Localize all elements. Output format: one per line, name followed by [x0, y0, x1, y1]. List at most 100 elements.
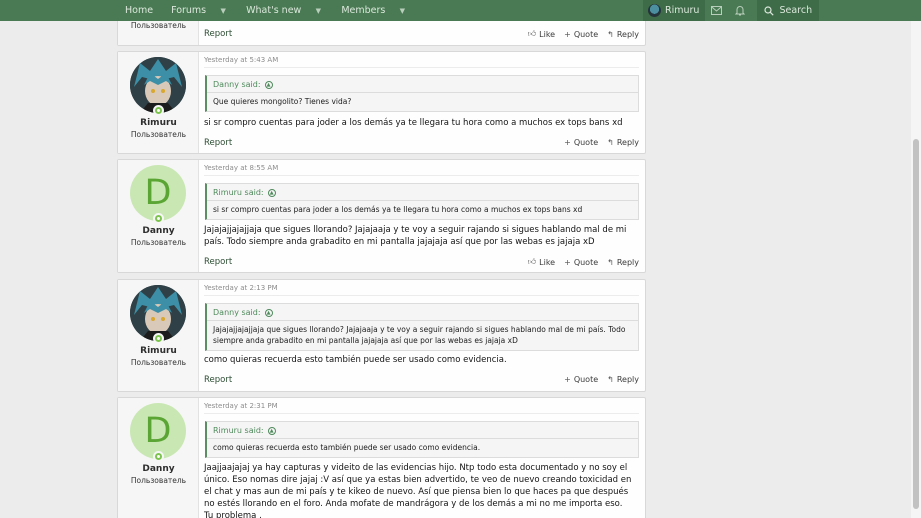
post-footer: Report 👍︎ Like + Quote ↰ Reply: [204, 257, 639, 269]
post-user-block: Rimuru Пользователь: [118, 280, 199, 391]
reply-button[interactable]: ↰ Reply: [607, 138, 639, 147]
online-status-icon: [153, 451, 164, 462]
members-dropdown-icon[interactable]: ▼: [394, 0, 410, 21]
scrollbar-thumb[interactable]: [913, 139, 919, 509]
post-date[interactable]: Yesterday at 5:43 AM: [204, 56, 278, 64]
nav-home-tab[interactable]: Home: [116, 0, 162, 21]
quote-text: Jajajajjajajjaja que sigues llorando? Ja…: [213, 325, 626, 345]
quote-block: Rimuru said: ▲ si sr compro cuentas para …: [205, 183, 639, 220]
quote-button[interactable]: + Quote: [564, 375, 598, 384]
quote-header[interactable]: Rimuru said: ▲: [213, 426, 276, 435]
thumbs-up-icon: 👍︎: [527, 257, 537, 266]
account-avatar: [648, 4, 661, 17]
user-title: Пользователь: [130, 358, 187, 367]
report-link[interactable]: Report: [204, 257, 232, 267]
plus-icon: +: [564, 375, 571, 384]
post-date[interactable]: Yesterday at 2:31 PM: [204, 402, 278, 410]
post-footer: Report + Quote ↰ Reply: [204, 375, 639, 387]
top-navigation-bar: Home Forums ▼ What's new ▼ Members ▼ Rim…: [0, 0, 921, 21]
plus-icon: +: [564, 138, 571, 147]
post: Rimuru Пользователь Yesterday at 2:13 PM…: [117, 279, 646, 392]
reply-button[interactable]: ↰ Reply: [607, 29, 639, 39]
user-title: Пользователь: [130, 130, 187, 139]
search-button[interactable]: Search: [757, 0, 820, 21]
post-footer: Report 👍︎ Like + Quote ↰ Reply: [204, 29, 639, 41]
quote-button[interactable]: + Quote: [564, 257, 598, 267]
post: Rimuru Пользователь Yesterday at 5:43 AM…: [117, 51, 646, 154]
post: D Danny Пользователь Yesterday at 8:55 A…: [117, 159, 646, 273]
online-status-icon: [153, 213, 164, 224]
username[interactable]: Rimuru: [118, 118, 199, 128]
post-user-block: D Danny Пользователь: [118, 398, 199, 518]
divider: [204, 67, 639, 68]
nav-members-tab[interactable]: Members: [332, 0, 394, 21]
user-title: Пользователь: [130, 476, 187, 485]
reply-icon: ↰: [607, 138, 614, 147]
divider: [207, 320, 638, 321]
quote-header[interactable]: Rimuru said: ▲: [213, 188, 276, 197]
divider: [204, 413, 639, 414]
online-status-icon: [153, 105, 164, 116]
post-message: si sr compro cuentas para joder a los de…: [204, 118, 623, 128]
divider: [207, 438, 638, 439]
quote-text: Que quieres mongolito? Tienes vida?: [213, 97, 352, 106]
quote-button[interactable]: + Quote: [564, 29, 598, 39]
quote-block: Danny said: ▲ Jajajajjajajjaja que sigues…: [205, 303, 639, 351]
nav-whats-new-tab[interactable]: What's new: [237, 0, 310, 21]
reply-button[interactable]: ↰ Reply: [607, 257, 639, 267]
nav-forums-tab[interactable]: Forums: [162, 0, 215, 21]
post-footer: Report + Quote ↰ Reply: [204, 138, 639, 150]
post-message: Jaajjaajajaj ya hay capturas y videito d…: [204, 463, 632, 518]
plus-icon: +: [564, 257, 571, 267]
jump-up-icon: ▲: [267, 426, 276, 435]
quote-header[interactable]: Danny said: ▲: [213, 308, 273, 317]
quote-button[interactable]: + Quote: [564, 138, 598, 147]
whats-new-dropdown-icon[interactable]: ▼: [310, 0, 326, 21]
divider: [204, 175, 639, 176]
page-scrollbar[interactable]: [911, 21, 921, 518]
quote-text: como quieras recuerda esto también puede…: [213, 443, 481, 452]
post-message: como quieras recuerda esto también puede…: [204, 355, 507, 365]
post-date[interactable]: Yesterday at 8:55 AM: [204, 164, 278, 172]
nav-main-links: Home Forums ▼ What's new ▼ Members ▼: [116, 0, 416, 21]
divider: [207, 200, 638, 201]
username[interactable]: Danny: [118, 226, 199, 236]
reply-icon: ↰: [607, 375, 614, 384]
quote-block: Rimuru said: ▲ como quieras recuerda esto…: [205, 421, 639, 458]
user-title: Пользователь: [130, 21, 187, 30]
post-user-block: D Danny Пользователь: [118, 160, 199, 272]
search-label: Search: [779, 5, 813, 16]
quote-header[interactable]: Danny said: ▲: [213, 80, 273, 89]
post-user-block: Rimuru Пользователь: [118, 52, 199, 153]
user-title: Пользователь: [130, 238, 187, 247]
plus-icon: +: [564, 29, 571, 39]
online-status-icon: [153, 333, 164, 344]
reply-icon: ↰: [607, 29, 614, 39]
username[interactable]: Rimuru: [118, 346, 199, 356]
post-message: Jajajajjajajjaja que sigues llorando? Ja…: [204, 225, 627, 247]
like-button[interactable]: 👍︎ Like: [528, 257, 555, 267]
username[interactable]: Danny: [118, 464, 199, 474]
report-link[interactable]: Report: [204, 138, 232, 148]
account-username: Rimuru: [665, 5, 700, 16]
account-menu-button[interactable]: Rimuru: [643, 0, 706, 21]
nav-account-area: Rimuru Search: [643, 0, 820, 21]
jump-up-icon: ▲: [264, 308, 273, 317]
jump-up-icon: ▲: [267, 188, 276, 197]
divider: [207, 92, 638, 93]
reply-button[interactable]: ↰ Reply: [607, 375, 639, 384]
post-date[interactable]: Yesterday at 2:13 PM: [204, 284, 278, 292]
search-icon: [764, 5, 775, 16]
report-link[interactable]: Report: [204, 375, 232, 385]
divider: [204, 295, 639, 296]
like-button[interactable]: 👍︎ Like: [528, 29, 555, 39]
reply-icon: ↰: [607, 257, 614, 267]
inbox-icon[interactable]: [705, 0, 728, 21]
forums-dropdown-icon[interactable]: ▼: [215, 0, 231, 21]
post: D Danny Пользователь Yesterday at 2:31 P…: [117, 397, 646, 518]
thumbs-up-icon: 👍︎: [527, 29, 537, 38]
report-link[interactable]: Report: [204, 29, 232, 39]
quote-block: Danny said: ▲ Que quieres mongolito? Tien…: [205, 75, 639, 112]
bell-icon[interactable]: [728, 0, 751, 21]
jump-up-icon: ▲: [264, 80, 273, 89]
